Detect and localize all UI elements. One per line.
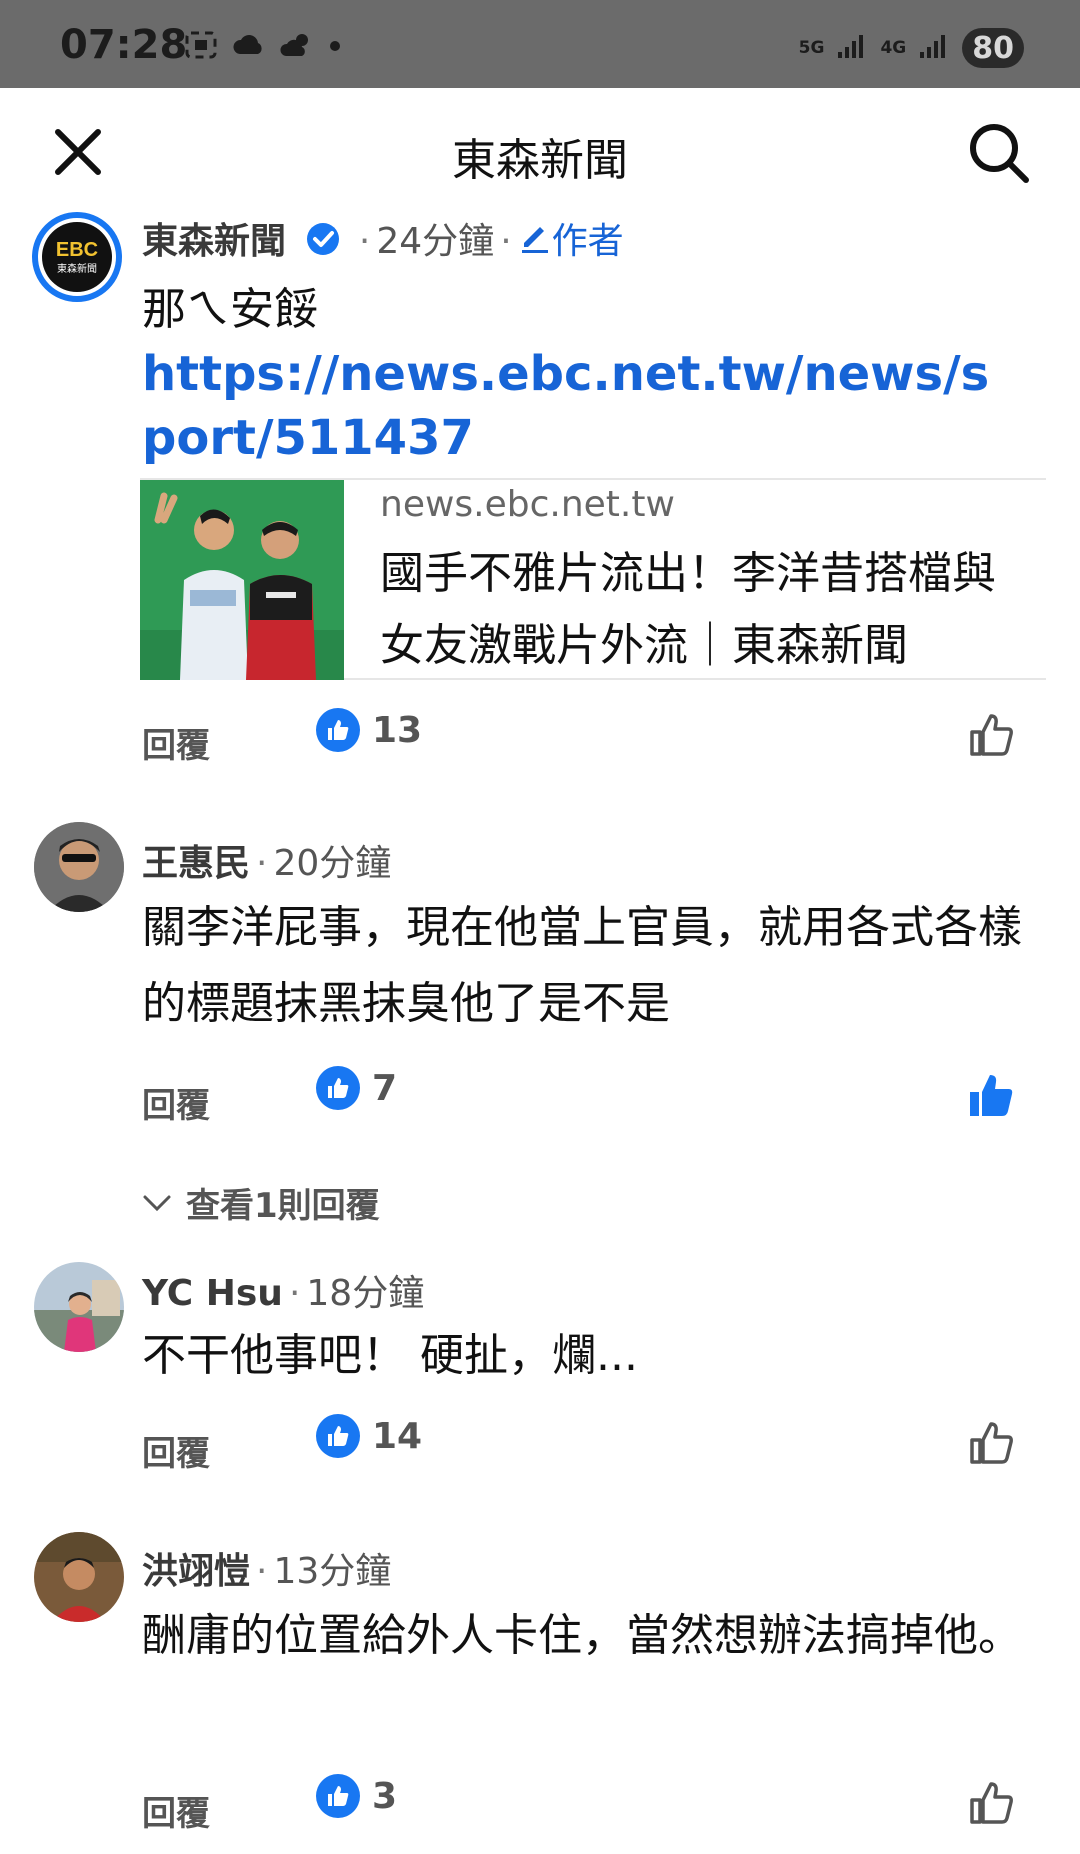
search-icon [970,124,1029,183]
network-4g-label: 4G [880,37,907,58]
view-replies-button[interactable]: 查看1則回覆 [142,1178,380,1227]
reply-button[interactable]: 回覆 [142,1078,210,1127]
post-link[interactable]: https://news.ebc.net.tw/news/sport/51143… [142,342,1022,470]
thumbs-up-outline-icon [970,1782,1013,1824]
avatar[interactable] [34,822,124,912]
like-count: 14 [372,1415,423,1457]
svg-text:東森新聞: 東森新聞 [57,262,97,275]
preview-domain: news.ebc.net.tw [380,484,675,525]
reply-button[interactable]: 回覆 [142,1786,210,1835]
like-button[interactable] [966,1070,1016,1120]
avatar[interactable] [34,1532,124,1622]
avatar[interactable]: EBC 東森新聞 [32,212,122,302]
like-count: 13 [372,709,423,751]
author-tag: 作者 [551,221,624,262]
notification-icons [184,30,342,64]
like-count: 3 [372,1775,398,1817]
avatar[interactable] [34,1262,124,1352]
comment-time: 20分鐘 [273,843,392,884]
screenshot-icon [184,30,218,64]
reaction-count[interactable]: 14 [316,1414,422,1458]
ebc-logo: EBC 東森新聞 [42,222,112,292]
preview-title: 國手不雅片流出！李洋昔搭檔與女友激戰片外流｜東森新聞 [380,548,996,671]
status-time: 07:28 [60,22,188,68]
comment-time: 13分鐘 [273,1551,392,1592]
comment-header: YC Hsu · 18分鐘 [142,1273,425,1314]
thumbs-up-outline-icon [970,714,1013,756]
like-count: 7 [372,1067,398,1109]
svg-text:EBC: EBC [56,239,98,261]
search-button[interactable] [966,120,1032,186]
page-title: 東森新聞 [452,135,628,186]
thumbs-up-badge-icon [316,1414,360,1458]
status-bar: 07:28 5G 4G 80 [0,0,1080,88]
thumbs-up-filled-icon [970,1075,1013,1116]
author-name[interactable]: YC Hsu [142,1273,283,1314]
view-replies-label: 查看1則回覆 [186,1186,380,1226]
thumbs-up-outline-icon [970,1422,1013,1464]
thumbs-up-badge-icon [316,1066,360,1110]
like-button[interactable] [966,1778,1016,1828]
header: 東森新聞 [0,88,1080,206]
comment-header: 王惠民 · 20分鐘 [142,843,392,884]
notification-dot-icon [328,30,342,64]
comment-time: 24分鐘 [376,221,495,262]
author-name[interactable]: 王惠民 [142,843,250,884]
link-preview[interactable]: news.ebc.net.tw 國手不雅片流出！李洋昔搭檔與女友激戰片外流｜東森… [140,478,1046,680]
comment-text: 不干他事吧！ 硬扯，爛... [142,1330,638,1381]
author-name[interactable]: 東森新聞 [142,221,286,262]
network-5g-label: 5G [798,37,825,58]
like-button[interactable] [966,1418,1016,1468]
partly-cloudy-icon [280,30,314,64]
verified-badge-icon [305,221,341,266]
comment-text: 酬庸的位置給外人卡住，當然想辦法搞掉他。 [142,1610,1022,1661]
thumbs-up-badge-icon [316,708,360,752]
comment-text: 那ㄟ安餒 [142,284,318,335]
comment-header: 東森新聞 · 24分鐘 · 作者 [142,212,624,266]
reaction-count[interactable]: 7 [316,1066,397,1110]
author-name[interactable]: 洪翊愷 [142,1551,250,1592]
cloud-icon [232,30,266,64]
pencil-icon [518,221,552,264]
reply-button[interactable]: 回覆 [142,1426,210,1475]
comment-header: 洪翊愷 · 13分鐘 [142,1551,392,1592]
signal-icon [918,32,950,64]
comment-text: 關李洋屁事，現在他當上官員，就用各式各樣的標題抹黑抹臭他了是不是 [142,902,1022,1029]
chevron-down-icon [143,1195,171,1211]
like-button[interactable] [966,710,1016,760]
reaction-count[interactable]: 3 [316,1774,397,1818]
reaction-count[interactable]: 13 [316,708,422,752]
system-icons: 5G 4G 80 [799,28,1024,68]
battery-indicator: 80 [962,28,1024,68]
preview-image [140,480,344,680]
reply-button[interactable]: 回覆 [142,718,210,767]
thumbs-up-badge-icon [316,1774,360,1818]
comment-time: 18分鐘 [306,1273,425,1314]
signal-icon [836,32,868,64]
